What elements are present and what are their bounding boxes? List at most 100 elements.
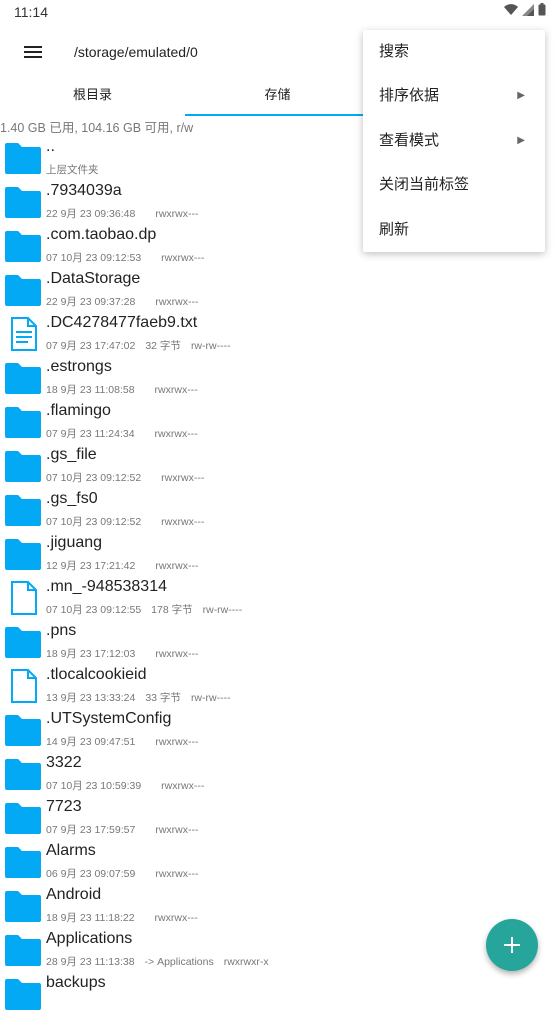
file-name: Alarms xyxy=(46,842,96,859)
folder-icon xyxy=(4,889,42,923)
file-name: Applications xyxy=(46,930,133,947)
file-meta: 18 9月 23 11:08:58 rwxrwx--- xyxy=(46,382,208,397)
submenu-arrow-icon: ▶ xyxy=(517,90,525,102)
folder-icon xyxy=(4,625,42,659)
file-row[interactable]: .DataStorage 22 9月 23 09:37:28 rwxrwx--- xyxy=(0,268,556,312)
file-row[interactable]: backups xyxy=(0,972,556,1016)
file-perm: rwxrwxr-x xyxy=(223,956,269,968)
file-meta: 07 9月 23 17:59:57 rwxrwx--- xyxy=(46,822,208,837)
file-date: 06 9月 23 09:07:59 xyxy=(46,868,136,880)
file-row[interactable]: .tlocalcookieid 13 9月 23 13:33:24 33 字节 rw-… xyxy=(0,664,556,708)
file-meta: 06 9月 23 09:07:59 rwxrwx--- xyxy=(46,866,208,881)
file-meta: 28 9月 23 11:13:38 -> Applications rwxrwxr-… xyxy=(46,954,279,969)
status-time: 11:14 xyxy=(14,4,48,20)
file-perm: rw-rw---- xyxy=(190,340,231,352)
file-date: 07 10月 23 09:12:52 xyxy=(46,516,142,528)
folder-icon xyxy=(4,185,42,219)
file-perm: rwxrwx--- xyxy=(161,252,205,264)
navigation-menu-button[interactable] xyxy=(18,38,48,66)
file-name: 3322 xyxy=(46,754,82,771)
folder-icon xyxy=(4,229,42,263)
file-row[interactable]: .jiguang 12 9月 23 17:21:42 rwxrwx--- xyxy=(0,532,556,576)
file-perm: rwxrwx--- xyxy=(155,296,199,308)
file-row[interactable]: Applications 28 9月 23 11:13:38 -> Applicat… xyxy=(0,928,556,972)
folder-icon xyxy=(4,405,42,439)
file-name: .UTSystemConfig xyxy=(46,710,172,727)
file-meta: 07 10月 23 09:12:53 rwxrwx--- xyxy=(46,250,214,265)
menu-item-label: 刷新 xyxy=(379,220,410,238)
file-name: .jiguang xyxy=(46,534,103,551)
menu-item-label: 查看模式 xyxy=(379,131,440,149)
file-meta xyxy=(46,998,76,1010)
file-perm: rwxrwx--- xyxy=(155,824,199,836)
file-perm: rwxrwx--- xyxy=(155,868,199,880)
file-meta: 12 9月 23 17:21:42 rwxrwx--- xyxy=(46,558,208,573)
menu-item-search[interactable]: 搜索 xyxy=(363,30,545,74)
file-row[interactable]: .mn_-948538314 07 10月 23 09:12:55 178 字节 rw… xyxy=(0,576,556,620)
battery-icon xyxy=(538,3,546,16)
tab-storage[interactable]: 存储 xyxy=(185,80,370,116)
folder-icon xyxy=(4,933,42,967)
menu-item-sort-by[interactable]: 排序依据 ▶ xyxy=(363,74,545,118)
file-icon xyxy=(4,669,42,703)
file-meta: 13 9月 23 13:33:24 33 字节 rw-rw---- xyxy=(46,690,241,705)
file-row[interactable]: .pns 18 9月 23 17:12:03 rwxrwx--- xyxy=(0,620,556,664)
file-row[interactable]: 3322 07 10月 23 10:59:39 rwxrwx--- xyxy=(0,752,556,796)
file-name: .gs_fs0 xyxy=(46,490,98,507)
file-size: 32 字节 xyxy=(145,340,181,352)
file-meta: 14 9月 23 09:47:51 rwxrwx--- xyxy=(46,734,208,749)
folder-icon xyxy=(4,141,42,175)
file-row[interactable]: .estrongs 18 9月 23 11:08:58 rwxrwx--- xyxy=(0,356,556,400)
folder-icon xyxy=(4,537,42,571)
file-row[interactable]: Alarms 06 9月 23 09:07:59 rwxrwx--- xyxy=(0,840,556,884)
file-meta: 07 10月 23 09:12:55 178 字节 rw-rw---- xyxy=(46,602,252,617)
file-date: 07 9月 23 11:24:34 xyxy=(46,428,135,440)
file-meta: 07 9月 23 11:24:34 rwxrwx--- xyxy=(46,426,208,441)
file-row[interactable]: .UTSystemConfig 14 9月 23 09:47:51 rwxrwx--… xyxy=(0,708,556,752)
file-date: 07 10月 23 09:12:55 xyxy=(46,604,142,616)
file-name: .flamingo xyxy=(46,402,111,419)
menu-item-close-tab[interactable]: 关闭当前标签 xyxy=(363,163,545,207)
folder-icon xyxy=(4,449,42,483)
file-perm: rw-rw---- xyxy=(190,692,231,704)
folder-icon xyxy=(4,757,42,791)
file-date: 07 10月 23 09:12:52 xyxy=(46,472,142,484)
signal-icon xyxy=(522,3,534,16)
file-row[interactable]: .flamingo 07 9月 23 11:24:34 rwxrwx--- xyxy=(0,400,556,444)
file-row[interactable]: .gs_file 07 10月 23 09:12:52 rwxrwx--- xyxy=(0,444,556,488)
file-row[interactable]: .DC4278477faeb9.txt 07 9月 23 17:47:02 32 字… xyxy=(0,312,556,356)
menu-item-label: 关闭当前标签 xyxy=(379,176,470,194)
overflow-menu: 搜索 排序依据 ▶ 查看模式 ▶ 关闭当前标签 刷新 xyxy=(363,30,545,252)
file-row[interactable]: Android 18 9月 23 11:18:22 rwxrwx--- xyxy=(0,884,556,928)
menu-item-label: 搜索 xyxy=(379,43,410,60)
file-date: 18 9月 23 17:12:03 xyxy=(46,648,136,660)
folder-icon xyxy=(4,977,42,1011)
hamburger-icon xyxy=(24,46,42,58)
file-meta: 22 9月 23 09:37:28 rwxrwx--- xyxy=(46,294,208,309)
add-button[interactable] xyxy=(486,919,538,971)
menu-item-refresh[interactable]: 刷新 xyxy=(363,208,545,252)
file-name: backups xyxy=(46,974,106,991)
folder-icon xyxy=(4,361,42,395)
file-date: 22 9月 23 09:37:28 xyxy=(46,296,136,308)
file-date: 07 9月 23 17:59:57 xyxy=(46,824,136,836)
file-perm: rwxrwx--- xyxy=(155,560,199,572)
file-row[interactable]: .gs_fs0 07 10月 23 09:12:52 rwxrwx--- xyxy=(0,488,556,532)
submenu-arrow-icon: ▶ xyxy=(517,134,525,146)
status-icons xyxy=(504,3,546,16)
file-row[interactable]: 7723 07 9月 23 17:59:57 rwxrwx--- xyxy=(0,796,556,840)
file-meta: 07 10月 23 10:59:39 rwxrwx--- xyxy=(46,778,214,793)
file-date: 18 9月 23 11:08:58 xyxy=(46,384,135,396)
file-name: Android xyxy=(46,886,102,903)
file-meta: 22 9月 23 09:36:48 rwxrwx--- xyxy=(46,206,208,221)
file-size: 178 字节 xyxy=(151,604,193,616)
file-date: 12 9月 23 17:21:42 xyxy=(46,560,136,572)
file-perm: rwxrwx--- xyxy=(155,736,199,748)
tab-root[interactable]: 根目录 xyxy=(0,80,185,114)
file-meta: 07 10月 23 09:12:52 rwxrwx--- xyxy=(46,514,214,529)
file-meta: 上层文件夹 xyxy=(46,162,129,177)
file-meta: 07 9月 23 17:47:02 32 字节 rw-rw---- xyxy=(46,338,241,353)
file-size: 33 字节 xyxy=(145,692,181,704)
file-name: .pns xyxy=(46,622,77,639)
menu-item-view-mode[interactable]: 查看模式 ▶ xyxy=(363,119,545,163)
